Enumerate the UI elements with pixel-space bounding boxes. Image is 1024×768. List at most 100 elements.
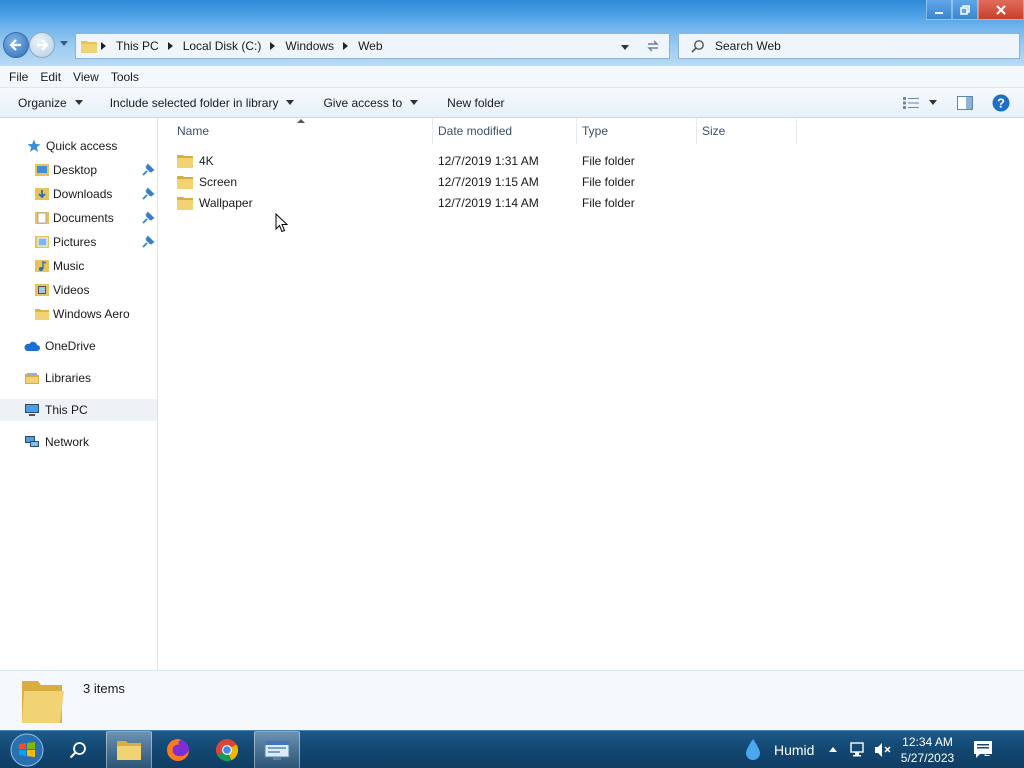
breadcrumb-local-disk[interactable]: Local Disk (C:) (178, 39, 267, 53)
close-button[interactable] (978, 0, 1024, 20)
include-in-library-button[interactable]: Include selected folder in library (92, 88, 304, 118)
chrome-taskbar-button[interactable] (205, 731, 249, 768)
clock-time: 12:34 AM (902, 735, 953, 749)
search-icon (691, 40, 704, 53)
command-bar: Organize Include selected folder in libr… (0, 88, 1024, 118)
nav-downloads-label: Downloads (53, 187, 113, 201)
breadcrumb-separator[interactable] (97, 39, 111, 53)
menu-tools[interactable]: Tools (105, 70, 145, 84)
clock[interactable]: 12:34 AM 5/27/2023 (895, 734, 960, 766)
nav-desktop[interactable]: Desktop (0, 159, 157, 181)
nav-this-pc[interactable]: This PC (0, 399, 157, 421)
pictures-icon (34, 234, 50, 250)
column-type[interactable]: Type (577, 118, 697, 144)
videos-icon (34, 282, 50, 298)
file-row[interactable]: Wallpaper 12/7/2019 1:14 AM File folder (159, 192, 1024, 213)
column-date-modified[interactable]: Date modified (433, 118, 577, 144)
preview-pane-icon (957, 96, 973, 110)
menu-view[interactable]: View (67, 70, 105, 84)
title-bar (0, 0, 1024, 26)
restore-button[interactable] (952, 0, 978, 20)
remote-app-taskbar-button[interactable] (254, 731, 300, 768)
forward-button[interactable] (29, 32, 55, 58)
address-history-button[interactable] (621, 40, 629, 54)
file-row[interactable]: 4K 12/7/2019 1:31 AM File folder (159, 150, 1024, 171)
file-name-cell: 4K (177, 150, 214, 171)
recent-locations-button[interactable] (58, 38, 70, 50)
nav-music[interactable]: Music (0, 255, 157, 277)
nav-downloads[interactable]: Downloads (0, 183, 157, 205)
volume-tray-button[interactable] (872, 731, 894, 768)
breadcrumb-separator[interactable] (164, 39, 178, 53)
clock-date: 5/27/2023 (900, 751, 955, 765)
sort-ascending-icon (297, 119, 305, 123)
firefox-taskbar-button[interactable] (156, 731, 200, 768)
refresh-button[interactable] (645, 38, 661, 57)
nav-windows-aero[interactable]: Windows Aero (0, 303, 157, 325)
menu-file[interactable]: File (3, 70, 34, 84)
nav-onedrive[interactable]: OneDrive (0, 335, 157, 357)
pin-icon[interactable] (141, 187, 155, 201)
notifications-button[interactable]: 2 (966, 731, 1002, 768)
file-name: Wallpaper (199, 195, 253, 210)
humidity-drop-icon (746, 739, 760, 760)
back-button[interactable] (3, 32, 29, 58)
downloads-icon (34, 186, 50, 202)
nav-pictures[interactable]: Pictures (0, 231, 157, 253)
help-icon: ? (992, 94, 1010, 112)
change-view-button[interactable] (900, 88, 922, 118)
chevron-down-icon (621, 45, 629, 50)
computer-icon (24, 402, 40, 418)
details-pane: 3 items (0, 670, 1024, 730)
file-list: Name Date modified Type Size 4K 12/7/201… (159, 118, 1024, 670)
nav-windows-aero-label: Windows Aero (53, 307, 130, 321)
search-icon (69, 742, 86, 759)
folder-icon (177, 154, 193, 168)
file-row[interactable]: Screen 12/7/2019 1:15 AM File folder (159, 171, 1024, 192)
arrow-left-icon (9, 39, 21, 51)
file-type: File folder (582, 174, 635, 189)
breadcrumb-windows[interactable]: Windows (280, 39, 339, 53)
nav-libraries[interactable]: Libraries (0, 367, 157, 389)
column-header: Name Date modified Type Size (159, 118, 1024, 144)
search-taskbar-button[interactable] (58, 731, 98, 768)
nav-music-label: Music (53, 259, 85, 273)
help-button[interactable]: ? (990, 88, 1012, 118)
start-button[interactable] (4, 731, 50, 768)
address-bar[interactable]: This PC Local Disk (C:) Windows Web (75, 33, 670, 59)
pin-icon[interactable] (141, 211, 155, 225)
file-type: File folder (582, 153, 635, 168)
minimize-icon (935, 11, 943, 14)
breadcrumb-web[interactable]: Web (353, 39, 387, 53)
organize-button[interactable]: Organize (0, 88, 92, 118)
pin-icon[interactable] (141, 235, 155, 249)
minimize-button[interactable] (926, 0, 952, 20)
nav-documents-label: Documents (53, 211, 114, 225)
documents-icon (34, 210, 50, 226)
nav-quick-access[interactable]: Quick access (0, 135, 157, 157)
new-folder-button[interactable]: New folder (427, 88, 513, 118)
search-box[interactable] (678, 33, 1020, 59)
column-size[interactable]: Size (697, 118, 797, 144)
firefox-icon (167, 739, 189, 761)
pin-icon[interactable] (141, 163, 155, 177)
nav-documents[interactable]: Documents (0, 207, 157, 229)
breadcrumb-separator[interactable] (339, 39, 353, 53)
file-explorer-taskbar-button[interactable] (106, 731, 152, 768)
give-access-button[interactable]: Give access to (303, 88, 427, 118)
weather-widget[interactable]: Humid (744, 731, 824, 768)
network-tray-button[interactable] (848, 731, 870, 768)
breadcrumb-separator[interactable] (266, 39, 280, 53)
chevron-up-icon (829, 747, 837, 752)
libraries-icon (24, 370, 40, 386)
nav-videos[interactable]: Videos (0, 279, 157, 301)
preview-pane-button[interactable] (954, 88, 976, 118)
nav-network[interactable]: Network (0, 431, 157, 453)
breadcrumb-this-pc[interactable]: This PC (111, 39, 164, 53)
menu-edit[interactable]: Edit (34, 70, 67, 84)
view-options-button[interactable] (926, 88, 940, 118)
column-date-label: Date modified (438, 124, 513, 138)
show-hidden-icons-button[interactable] (826, 731, 840, 768)
file-name-cell: Wallpaper (177, 192, 253, 213)
search-input[interactable] (715, 39, 995, 53)
